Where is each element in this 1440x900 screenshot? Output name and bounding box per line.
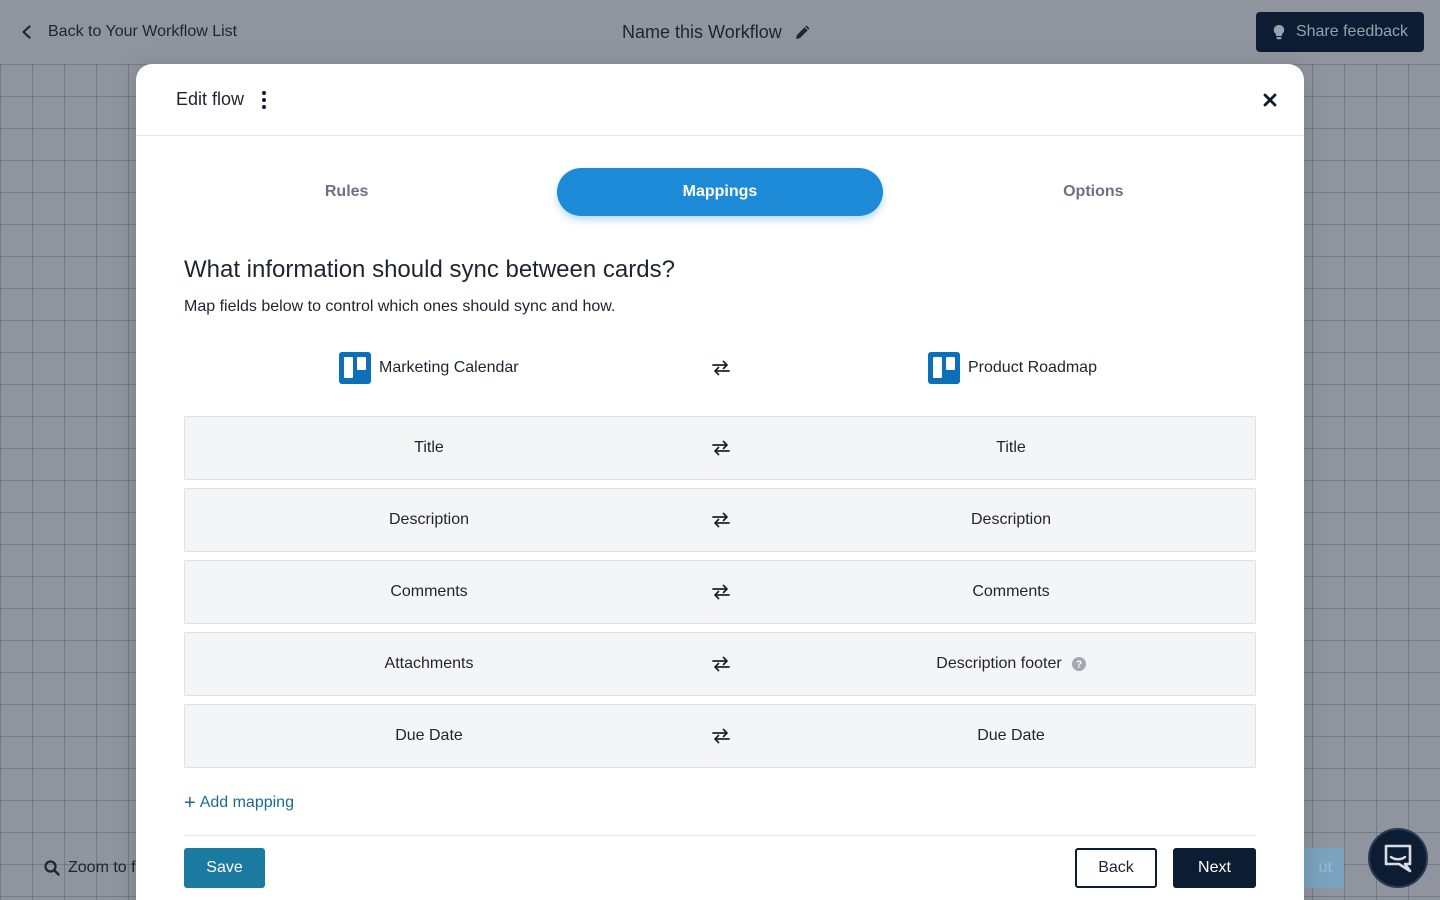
- mapping-right-label: Due Date: [977, 727, 1045, 744]
- add-mapping-label: Add mapping: [199, 794, 294, 811]
- left-board-name: Marketing Calendar: [379, 359, 519, 376]
- plus-icon: +: [184, 792, 196, 814]
- top-bar: Back to Your Workflow List Name this Wor…: [0, 0, 1440, 64]
- search-icon: [44, 860, 60, 876]
- chat-icon: [1384, 844, 1412, 873]
- mapping-row[interactable]: Title Title: [184, 416, 1256, 480]
- mapping-right-field: Due Date: [765, 705, 1257, 767]
- canvas-action-label: ut: [1318, 859, 1332, 876]
- edit-flow-modal: Edit flow Rules Mappings Options What in…: [136, 64, 1304, 900]
- svg-text:?: ?: [1076, 660, 1082, 671]
- close-icon[interactable]: [1260, 90, 1280, 110]
- sync-arrows-icon[interactable]: [712, 440, 730, 456]
- more-options-icon[interactable]: [260, 90, 268, 109]
- workflow-name[interactable]: Name this Workflow: [622, 20, 812, 44]
- mapping-row[interactable]: Due Date Due Date: [184, 704, 1256, 768]
- sync-arrows-icon[interactable]: [712, 656, 730, 672]
- chat-launcher-button[interactable]: [1368, 828, 1428, 888]
- chevron-left-icon: [22, 25, 31, 39]
- tab-rules[interactable]: Rules: [184, 168, 509, 216]
- back-to-workflow-list-link[interactable]: Back to Your Workflow List: [20, 20, 237, 44]
- mapping-row[interactable]: Comments Comments: [184, 560, 1256, 624]
- footer-divider: [184, 835, 1256, 836]
- trello-icon: [928, 352, 960, 384]
- zoom-label: Zoom to f: [68, 859, 136, 876]
- mapping-right-label: Comments: [972, 583, 1050, 600]
- mapping-right-label: Title: [996, 439, 1026, 456]
- mapping-left-field: Due Date: [395, 727, 463, 744]
- left-board: Marketing Calendar: [339, 352, 519, 384]
- right-board-name: Product Roadmap: [968, 359, 1097, 376]
- mapping-right-field: Description footer ?: [765, 633, 1257, 695]
- add-mapping-link[interactable]: + Add mapping: [184, 792, 294, 814]
- mapping-right-label: Description footer: [936, 655, 1062, 672]
- tab-mappings[interactable]: Mappings: [557, 168, 883, 216]
- mapping-left-field: Description: [388, 511, 470, 528]
- section-subheading: Map fields below to control which ones s…: [184, 298, 616, 315]
- lightbulb-icon: [1273, 25, 1285, 40]
- board-header-row: Marketing Calendar Product Roadmap: [184, 352, 1256, 384]
- modal-title: Edit flow: [176, 89, 245, 109]
- tab-options[interactable]: Options: [931, 168, 1256, 216]
- sync-arrows-icon: [712, 360, 730, 376]
- mapping-row[interactable]: Attachments Description footer ?: [184, 632, 1256, 696]
- back-link-label: Back to Your Workflow List: [48, 23, 238, 40]
- mapping-right-field: Title: [765, 417, 1257, 479]
- sync-arrows-icon[interactable]: [712, 584, 730, 600]
- mapping-left-field: Comments: [390, 583, 468, 600]
- mapping-right-field: Comments: [765, 561, 1257, 623]
- pencil-icon[interactable]: [794, 23, 812, 41]
- mapping-row[interactable]: Description Description: [184, 488, 1256, 552]
- save-button[interactable]: Save: [184, 848, 265, 888]
- workflow-name-label: Name this Workflow: [622, 21, 782, 42]
- next-button[interactable]: Next: [1173, 848, 1256, 888]
- sync-arrows-icon[interactable]: [712, 512, 730, 528]
- section-heading: What information should sync between car…: [184, 256, 675, 283]
- share-feedback-label: Share feedback: [1295, 23, 1409, 40]
- modal-header: Edit flow: [136, 64, 1304, 136]
- zoom-to-fit-control[interactable]: Zoom to f: [44, 856, 136, 880]
- right-board: Product Roadmap: [928, 352, 1097, 384]
- flow-tabs: Rules Mappings Options: [184, 168, 1256, 216]
- share-feedback-button[interactable]: Share feedback: [1256, 12, 1424, 52]
- sync-arrows-icon[interactable]: [712, 728, 730, 744]
- mapping-left-field: Title: [414, 439, 444, 456]
- mapping-left-field: Attachments: [384, 655, 474, 672]
- mapping-right-label: Description: [970, 511, 1052, 528]
- trello-icon: [339, 352, 371, 384]
- mapping-right-field: Description: [765, 489, 1257, 551]
- field-mappings-list: Title Title Description Description Comm…: [184, 416, 1256, 776]
- help-icon[interactable]: ?: [1071, 657, 1086, 671]
- back-button[interactable]: Back: [1075, 848, 1157, 888]
